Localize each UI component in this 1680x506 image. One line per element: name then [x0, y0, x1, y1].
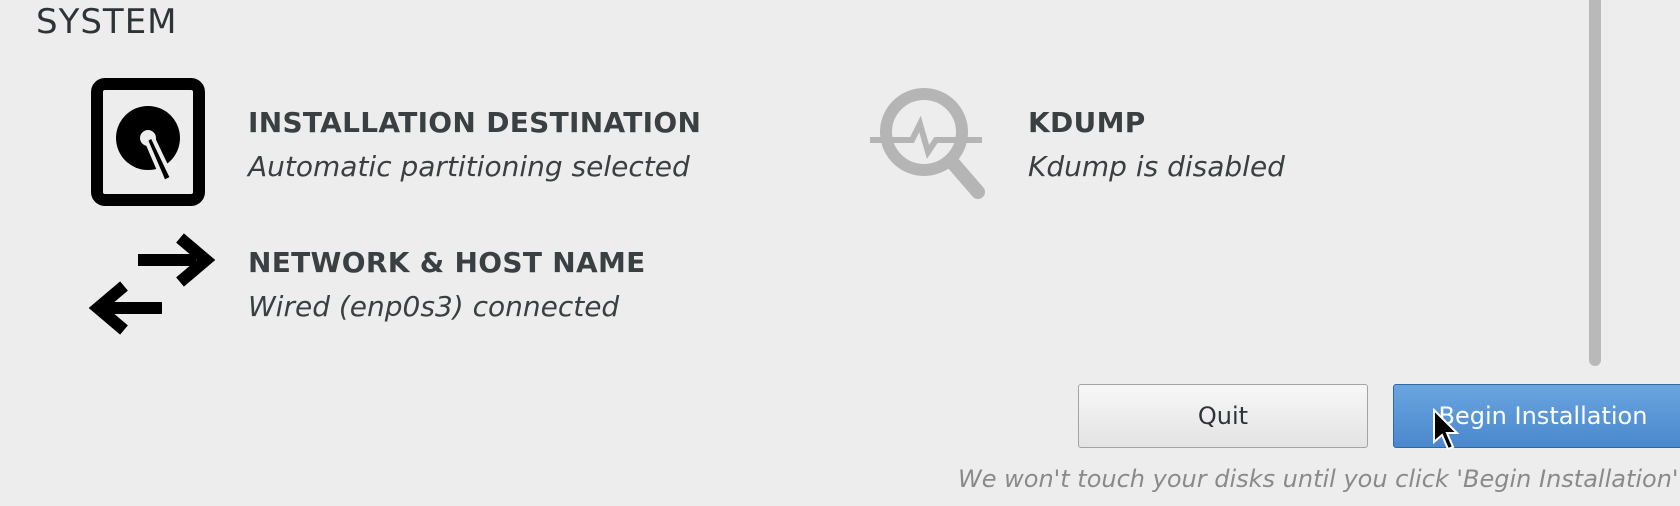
disk-warning-note: We won't touch your disks until you clic… — [958, 465, 1680, 493]
spoke-status: Wired (enp0s3) connected — [248, 290, 620, 323]
spoke-installation-destination[interactable]: INSTALLATION DESTINATION Automatic parti… — [90, 78, 750, 208]
scrollbar-thumb[interactable] — [1589, 0, 1601, 366]
quit-button[interactable]: Quit — [1078, 384, 1368, 448]
section-title-system: SYSTEM — [36, 2, 178, 42]
harddisk-icon — [90, 78, 206, 212]
kdump-magnifier-icon — [870, 80, 990, 208]
spoke-title: INSTALLATION DESTINATION — [248, 106, 702, 139]
spoke-status: Automatic partitioning selected — [248, 150, 690, 183]
spoke-title: NETWORK & HOST NAME — [248, 246, 646, 279]
spoke-kdump[interactable]: KDUMP Kdump is disabled — [870, 80, 1320, 210]
spoke-title: KDUMP — [1028, 106, 1146, 139]
spoke-status: Kdump is disabled — [1028, 150, 1285, 183]
installation-summary-page: SYSTEM INSTALLATION DESTINATION Automati… — [0, 0, 1680, 506]
mouse-pointer-icon — [1432, 407, 1460, 452]
spoke-network-host-name[interactable]: NETWORK & HOST NAME Wired (enp0s3) conne… — [88, 226, 728, 346]
network-arrows-icon — [88, 226, 216, 348]
